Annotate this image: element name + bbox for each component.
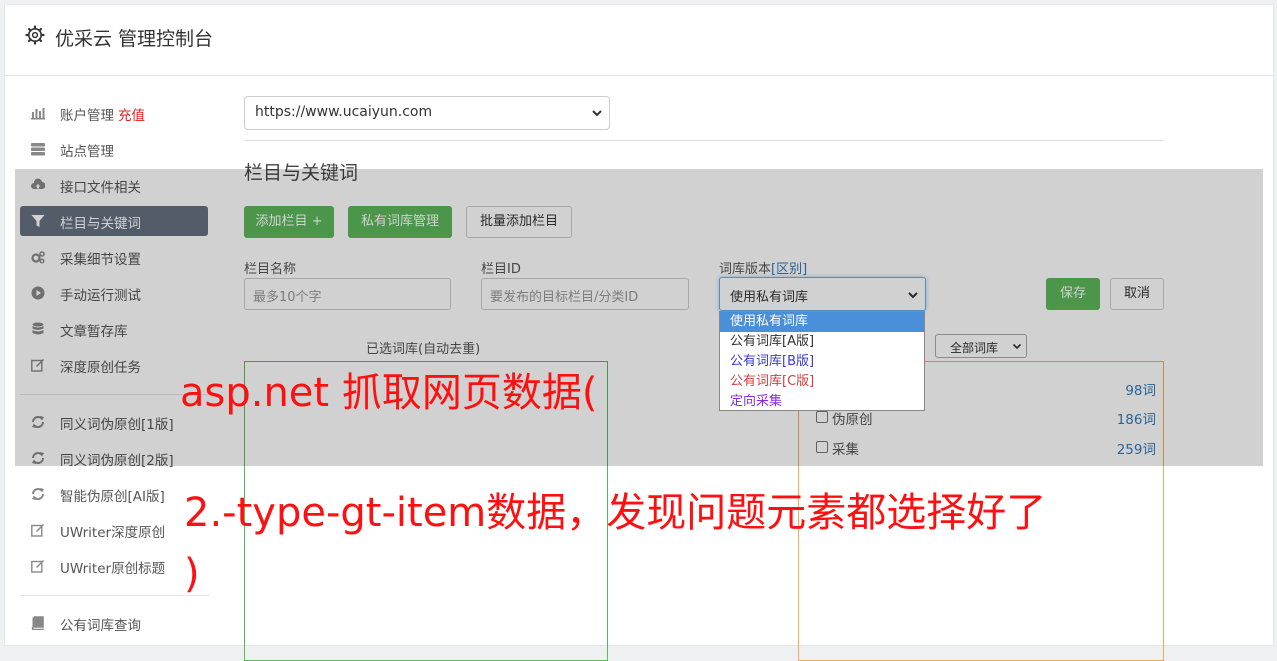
dropdown-option-public-b[interactable]: 公有词库[B版]	[720, 352, 924, 372]
gray-overlay	[15, 169, 1263, 466]
sidebar-divider	[20, 595, 210, 596]
dropdown-option-public-c[interactable]: 公有词库[C版]	[720, 372, 924, 392]
sidebar-item-uwriter-title[interactable]: UWriter原创标题	[20, 551, 208, 581]
refresh-icon	[32, 488, 44, 500]
sidebar-item-uwriter-deep[interactable]: UWriter深度原创	[20, 515, 208, 545]
sidebar-item-public-lib[interactable]: 公有词库查询	[20, 608, 208, 638]
lib-version-dropdown: 使用私有词库 公有词库[A版] 公有词库[B版] 公有词库[C版] 定向采集	[719, 311, 925, 411]
sidebar-item-sites[interactable]: 站点管理	[20, 134, 208, 164]
chevron-down-icon	[592, 110, 602, 117]
sidebar-item-label: 站点管理	[60, 144, 114, 160]
bar-chart-icon	[31, 108, 45, 120]
sidebar-item-label: UWriter深度原创	[60, 525, 166, 541]
page-header: 优采云 管理控制台	[5, 5, 1273, 76]
recharge-link[interactable]: 充值	[118, 108, 145, 124]
server-icon	[31, 143, 45, 156]
edit-icon	[31, 524, 44, 537]
overlay-text-line3: )	[184, 551, 200, 597]
divider	[244, 140, 1164, 141]
dropdown-option-public-a[interactable]: 公有词库[A版]	[720, 332, 924, 352]
dropdown-option-private[interactable]: 使用私有词库	[720, 312, 924, 332]
sidebar-item-label: 公有词库查询	[60, 618, 141, 634]
overlay-text-line2: 2.-type-gt-item数据，发现问题元素都选择好了	[184, 490, 1047, 536]
edit-icon	[31, 560, 44, 573]
page-title: 优采云 管理控制台	[55, 28, 214, 50]
sidebar-item-account[interactable]: 账户管理 充值	[20, 98, 208, 128]
book-icon	[31, 616, 44, 630]
sidebar-item-label: 账户管理	[60, 108, 114, 124]
site-select[interactable]: https://www.ucaiyun.com	[244, 96, 610, 130]
dropdown-option-targeted[interactable]: 定向采集	[720, 392, 924, 412]
overlay-text-line1: asp.net 抓取网页数据(	[180, 370, 598, 416]
sidebar-item-ai-rewrite[interactable]: 智能伪原创[AI版]	[20, 479, 208, 509]
sidebar-item-label: UWriter原创标题	[60, 561, 166, 577]
sidebar-item-label: 智能伪原创[AI版]	[60, 489, 165, 505]
site-select-value: https://www.ucaiyun.com	[255, 104, 433, 120]
gear-icon	[25, 25, 45, 45]
